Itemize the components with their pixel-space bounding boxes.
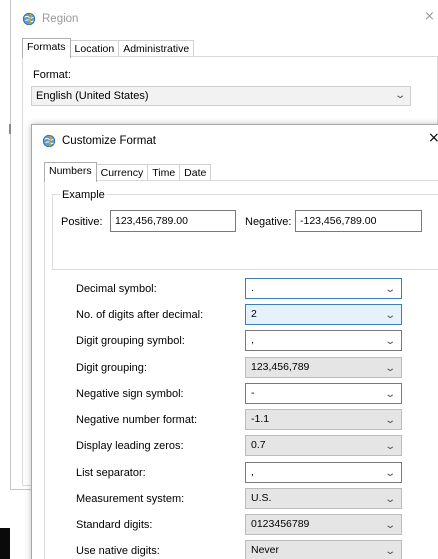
list-separator-label: List separator: <box>76 467 146 479</box>
format-label: Format: <box>33 69 71 81</box>
standard-digits-select[interactable]: 0123456789 ⌄ <box>245 514 402 535</box>
negative-sign-symbol-label: Negative sign symbol: <box>76 388 184 400</box>
taskbar-edge <box>0 528 10 559</box>
digits-after-decimal-label: No. of digits after decimal: <box>76 309 204 321</box>
digits-after-decimal-value: 2 <box>251 308 257 320</box>
chevron-down-icon: ⌄ <box>383 441 396 452</box>
negative-number-format-label: Negative number format: <box>76 414 198 426</box>
chevron-down-icon: ⌄ <box>383 468 396 479</box>
region-titlebar: Region <box>22 10 78 28</box>
negative-sign-symbol-select[interactable]: - ⌄ <box>245 383 402 404</box>
region-title: Region <box>42 13 79 25</box>
chevron-down-icon: ⌄ <box>383 336 396 347</box>
display-leading-zeros-select[interactable]: 0.7 ⌄ <box>245 435 402 456</box>
chevron-down-icon: ⌄ <box>383 284 396 295</box>
decimal-symbol-label: Decimal symbol: <box>76 283 157 295</box>
chevron-down-icon: ⌄ <box>383 494 396 505</box>
example-group <box>52 194 438 270</box>
dialog-close-icon[interactable]: × <box>428 130 438 146</box>
dialog-title: Customize Format <box>62 135 156 147</box>
chevron-down-icon: ⌄ <box>393 90 406 101</box>
region-tabs: Formats Location Administrative <box>22 38 195 58</box>
globe-icon <box>22 12 36 26</box>
window-edge-mark <box>9 124 11 134</box>
negative-sign-symbol-value: - <box>251 387 255 399</box>
measurement-system-value: U.S. <box>251 492 272 504</box>
chevron-down-icon: ⌄ <box>383 415 396 426</box>
dialog-titlebar: Customize Format <box>42 133 156 149</box>
negative-number-format-select[interactable]: -1.1 ⌄ <box>245 409 402 430</box>
digits-after-decimal-select[interactable]: 2 ⌄ <box>245 304 402 325</box>
dialog-tabs: Numbers Currency Time Date <box>44 162 212 182</box>
display-leading-zeros-value: 0.7 <box>251 439 266 451</box>
tab-numbers[interactable]: Numbers <box>44 162 97 182</box>
tab-formats[interactable]: Formats <box>22 38 71 58</box>
digit-grouping-symbol-value: , <box>251 334 254 346</box>
chevron-down-icon: ⌄ <box>383 363 396 374</box>
measurement-system-label: Measurement system: <box>76 493 185 505</box>
chevron-down-icon: ⌄ <box>383 310 396 321</box>
decimal-symbol-value: . <box>251 282 254 294</box>
digit-grouping-symbol-select[interactable]: , ⌄ <box>245 330 402 351</box>
format-select-value: English (United States) <box>36 90 149 102</box>
negative-label: Negative: <box>245 216 292 228</box>
display-leading-zeros-label: Display leading zeros: <box>76 440 184 452</box>
list-separator-select[interactable]: , ⌄ <box>245 462 402 483</box>
list-separator-value: , <box>251 466 254 478</box>
negative-number-format-value: -1.1 <box>251 413 270 425</box>
digit-grouping-symbol-label: Digit grouping symbol: <box>76 335 185 347</box>
use-native-digits-value: Never <box>251 544 280 556</box>
customize-format-dialog: Customize Format × Numbers Currency Time… <box>31 124 438 559</box>
positive-example-field: 123,456,789.00 <box>110 210 236 232</box>
standard-digits-label: Standard digits: <box>76 519 153 531</box>
globe-icon <box>42 134 56 148</box>
measurement-system-select[interactable]: U.S. ⌄ <box>245 488 402 509</box>
region-close-icon[interactable]: × <box>424 9 435 24</box>
positive-label: Positive: <box>61 216 103 228</box>
digit-grouping-select[interactable]: 123,456,789 ⌄ <box>245 357 402 378</box>
digit-grouping-label: Digit grouping: <box>76 362 147 374</box>
example-group-label: Example <box>60 189 107 201</box>
use-native-digits-label: Use native digits: <box>76 545 160 557</box>
chevron-down-icon: ⌄ <box>383 389 396 400</box>
digit-grouping-value: 123,456,789 <box>251 361 310 373</box>
standard-digits-value: 0123456789 <box>251 518 310 530</box>
format-select[interactable]: English (United States) ⌄ <box>31 86 411 106</box>
negative-example-field: -123,456,789.00 <box>295 210 422 232</box>
chevron-down-icon: ⌄ <box>383 546 396 557</box>
decimal-symbol-select[interactable]: . ⌄ <box>245 278 402 299</box>
chevron-down-icon: ⌄ <box>383 520 396 531</box>
use-native-digits-select[interactable]: Never ⌄ <box>245 540 402 559</box>
